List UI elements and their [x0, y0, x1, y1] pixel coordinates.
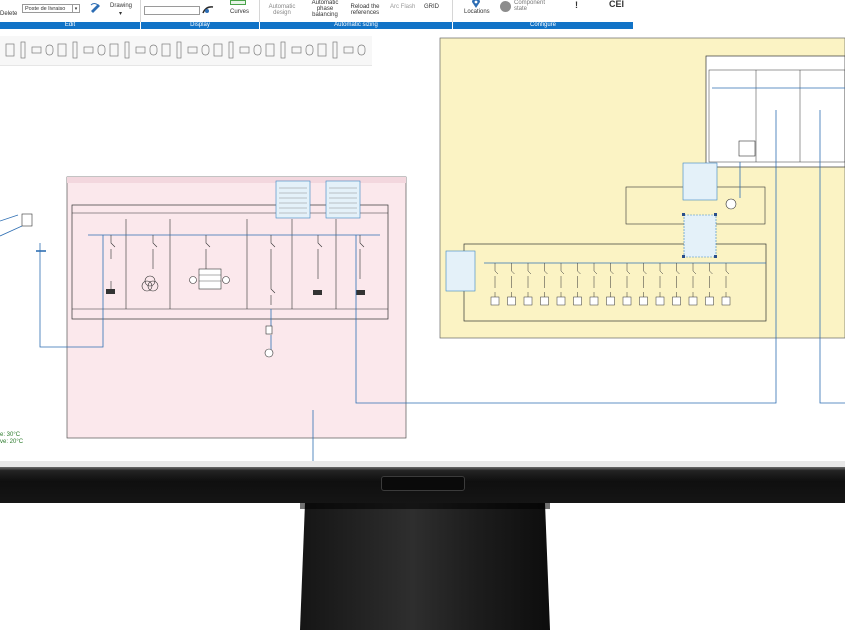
meter-symbol-icon[interactable] — [57, 43, 67, 57]
capacitor-symbol-icon[interactable] — [83, 46, 94, 54]
monitor-logo-slot — [381, 476, 465, 491]
site-combo-value: Poste de livraiso — [25, 6, 66, 12]
ribbon-group-edit: Edit — [0, 22, 140, 29]
upper-transformer-block[interactable] — [738, 140, 756, 157]
monitor-stand-shadow — [300, 503, 550, 509]
info-icon[interactable]: ! — [575, 0, 578, 10]
ribbon-group-display-label: Display — [190, 22, 210, 28]
feeder-load-box[interactable] — [639, 296, 648, 306]
loadflow-popup[interactable] — [445, 250, 476, 292]
symbol-palette-icons — [5, 41, 366, 59]
temperature-note-2: ve: 20°C — [0, 439, 24, 445]
delete-button[interactable]: Delete — [0, 11, 17, 17]
temperature-note-1: e: 30°C — [0, 432, 21, 438]
curves-button[interactable]: Curves — [230, 9, 249, 15]
ribbon-group-display: Display — [141, 22, 259, 29]
feeder-load-box[interactable] — [540, 296, 549, 306]
ribbon-group-edit-label: Edit — [64, 22, 76, 28]
motor-symbol-icon[interactable] — [343, 46, 354, 54]
loadflow-popup[interactable] — [275, 180, 311, 219]
curves-grid-icon — [230, 0, 246, 5]
meter-symbol-icon[interactable] — [265, 43, 275, 57]
feeder-load-box[interactable] — [622, 296, 632, 306]
transformer-symbol-icon[interactable] — [280, 41, 286, 59]
display-combo[interactable] — [144, 6, 200, 15]
loadflow-popup[interactable] — [325, 180, 361, 219]
pink-motor-icon[interactable] — [264, 348, 274, 358]
ribbon-toolbar: Delete Poste de livraiso ▾ Drawing ▾ Cur… — [0, 0, 845, 30]
source-symbol-icon[interactable] — [149, 44, 158, 56]
feeder-load-box[interactable] — [705, 296, 714, 306]
automatic-design-button[interactable]: Automatic design — [268, 4, 296, 16]
site-combo[interactable]: Poste de livraiso ▾ — [22, 4, 80, 13]
contactor-symbol-icon[interactable] — [201, 44, 210, 56]
load-symbol-icon[interactable] — [332, 41, 338, 59]
feeder-load-box[interactable] — [606, 296, 615, 306]
reload-references-button[interactable]: Reload the references — [350, 4, 380, 16]
switch-symbol-icon[interactable] — [228, 41, 234, 59]
feeder-load-box[interactable] — [655, 296, 665, 306]
feeder-load-box[interactable] — [523, 296, 533, 306]
breaker-symbol-icon[interactable] — [97, 44, 106, 56]
monitor-stand — [300, 503, 550, 630]
location-pin-icon[interactable] — [471, 0, 481, 8]
chevron-down-icon: ▾ — [72, 5, 79, 12]
left-breaker-icon[interactable] — [21, 213, 33, 227]
curves-icon[interactable] — [202, 5, 214, 15]
automatic-phase-balancing-button[interactable]: Automatic phase balancing — [310, 0, 340, 18]
feeder-load-box[interactable] — [672, 296, 681, 306]
feeder-load-box[interactable] — [573, 296, 582, 306]
monitor-photo: Delete Poste de livraiso ▾ Drawing ▾ Cur… — [0, 0, 845, 630]
feeder-load-box[interactable] — [688, 296, 698, 306]
component-state-button[interactable]: Component state — [514, 0, 545, 12]
ribbon-group-automatic-sizing-label: Automatic sizing — [334, 22, 378, 28]
loadflow-popup-selected[interactable] — [682, 213, 717, 258]
drawing-button[interactable]: Drawing — [110, 3, 132, 9]
transformer-symbol-icon[interactable] — [72, 41, 78, 59]
fuse-symbol-icon[interactable] — [109, 43, 119, 57]
load-symbol-icon[interactable] — [124, 41, 130, 59]
feeder-load-box[interactable] — [556, 296, 566, 306]
yellow-upper-frame — [705, 55, 845, 168]
ribbon-separator — [259, 0, 260, 22]
feeder-load-box[interactable] — [507, 296, 516, 306]
breaker-symbol-icon[interactable] — [305, 44, 314, 56]
schematic-drawing — [0, 37, 845, 467]
generator-symbol-icon[interactable] — [239, 46, 250, 54]
drawing-dropdown-icon[interactable]: ▾ — [119, 11, 122, 17]
switch-symbol-icon[interactable] — [20, 41, 26, 59]
ribbon-separator — [452, 0, 453, 22]
cable-symbol-icon[interactable] — [161, 43, 171, 57]
capacitor-symbol-icon[interactable] — [291, 46, 302, 54]
arc-flash-button[interactable]: Arc Flash — [390, 4, 415, 10]
locations-button[interactable]: Locations — [464, 9, 490, 15]
resistor-symbol-icon[interactable] — [213, 43, 223, 57]
motor-symbol-icon[interactable] — [135, 46, 146, 54]
generator-symbol-icon[interactable] — [31, 46, 42, 54]
ribbon-group-configure-label: Configure — [529, 22, 556, 28]
feeder-load-box[interactable] — [721, 296, 731, 306]
standard-cei-button[interactable]: CEI — [609, 0, 624, 9]
feeder-load-box[interactable] — [490, 296, 500, 306]
loadflow-popup[interactable] — [682, 162, 718, 201]
feeder-load-box[interactable] — [589, 296, 599, 306]
meter-icon[interactable] — [725, 198, 737, 210]
ribbon-group-configure: Configure — [453, 22, 633, 29]
relay-symbol-icon[interactable] — [187, 46, 198, 54]
source-symbol-icon[interactable] — [357, 44, 366, 56]
fuse-symbol-icon[interactable] — [317, 43, 327, 57]
ribbon-group-automatic-sizing: Automatic sizing — [260, 22, 452, 29]
schematic-canvas[interactable]: e: 30°C ve: 20°C — [0, 36, 845, 467]
symbol-palette[interactable] — [0, 36, 372, 66]
battery-symbol-icon[interactable] — [45, 44, 54, 56]
component-state-icon — [500, 1, 511, 12]
drawing-icon[interactable] — [90, 1, 102, 13]
resistor-symbol-icon[interactable] — [5, 43, 15, 57]
monitor-bezel-edge — [0, 467, 845, 471]
grid-button[interactable]: GRID — [424, 4, 439, 10]
disconnector-symbol-icon[interactable] — [176, 41, 182, 59]
ribbon-separator — [140, 0, 141, 22]
application-screen: Delete Poste de livraiso ▾ Drawing ▾ Cur… — [0, 0, 845, 467]
battery-symbol-icon[interactable] — [253, 44, 262, 56]
